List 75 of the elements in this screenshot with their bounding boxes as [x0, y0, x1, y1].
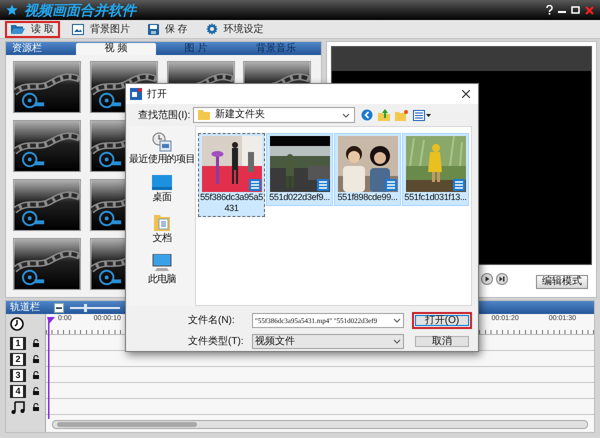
close-icon[interactable]: [462, 90, 470, 98]
place-item[interactable]: 文档: [152, 213, 172, 244]
image-icon: [72, 24, 84, 34]
toolbar-button[interactable]: 环境设定: [200, 20, 270, 38]
lock-icon[interactable]: [32, 371, 40, 379]
zoom-slider-thumb[interactable]: [84, 304, 88, 312]
film-thumbnail[interactable]: [13, 179, 81, 231]
file-item[interactable]: 551fc1d031f13...: [402, 133, 469, 206]
music-note-icon: [10, 400, 26, 414]
recent-items-icon: [152, 132, 172, 152]
lock-icon[interactable]: [32, 355, 40, 363]
lock-icon[interactable]: [32, 339, 40, 347]
dialog-button[interactable]: 打开(O): [412, 312, 472, 329]
film-thumbnail[interactable]: [13, 61, 81, 113]
chevron-down-icon: [342, 112, 350, 118]
video-file-icon: [316, 179, 328, 191]
lock-icon[interactable]: [32, 403, 40, 411]
next-icon[interactable]: [496, 273, 508, 285]
file-name: 551f898cde99...: [336, 192, 399, 203]
playhead[interactable]: [47, 317, 55, 419]
file-item[interactable]: 551f898cde99...: [334, 133, 401, 206]
documents-icon: [154, 213, 170, 231]
computer-icon: [152, 254, 172, 272]
mode-button[interactable]: 编辑模式: [536, 275, 588, 289]
file-name: 551fc1d031f13...: [404, 192, 467, 203]
up-folder-icon[interactable]: [378, 109, 390, 121]
lock-icon[interactable]: [32, 387, 40, 395]
chevron-down-icon: [393, 318, 401, 323]
maximize-icon[interactable]: [571, 6, 580, 14]
video-file-icon: [452, 179, 464, 191]
zoom-out-button[interactable]: [54, 302, 64, 312]
file-name: 55f386dc3a95a5431: [200, 192, 263, 214]
track-number: 4: [10, 384, 26, 398]
panel-title: 资源栏: [11, 43, 43, 55]
track-number: 3: [10, 368, 26, 382]
toolbar-button[interactable]: 读 取: [5, 20, 60, 38]
star-icon: [6, 4, 18, 16]
file-item[interactable]: 551d022d3ef9...: [266, 133, 333, 206]
dialog-title: 打开: [147, 88, 167, 102]
place-item[interactable]: 桌面: [152, 175, 172, 203]
track-number: 2: [10, 352, 26, 366]
window-title: 视频画面合并软件: [24, 3, 136, 17]
tab[interactable]: 视 频: [76, 43, 156, 55]
play-icon[interactable]: [481, 273, 493, 285]
dialog-button[interactable]: 取消: [412, 333, 472, 350]
folder-icon: [198, 110, 210, 120]
field-label: 文件类型(T):: [188, 336, 245, 346]
toolbar-button[interactable]: 背景图片: [66, 20, 136, 38]
view-menu-icon[interactable]: [413, 110, 431, 120]
place-item[interactable]: 此电脑: [148, 254, 176, 285]
scrollbar[interactable]: [52, 420, 588, 429]
file-item[interactable]: 55f386dc3a95a5431: [198, 133, 265, 217]
toolbar-button[interactable]: 保 存: [142, 20, 194, 38]
folder-icon: [11, 24, 25, 34]
video-file-icon: [384, 179, 396, 191]
panel-title: 轨道栏: [9, 302, 41, 314]
folder-dropdown[interactable]: 新建文件夹: [193, 107, 355, 123]
new-folder-icon[interactable]: [395, 110, 408, 120]
clock-icon: [10, 317, 24, 331]
track-number: 1: [10, 336, 26, 350]
file-name: 551d022d3ef9...: [268, 192, 331, 203]
film-thumbnail[interactable]: [13, 120, 81, 172]
app-icon: [130, 88, 142, 100]
chevron-down-icon: [393, 339, 401, 344]
back-icon[interactable]: [361, 109, 373, 121]
gear-icon: [206, 23, 218, 35]
save-icon: [148, 24, 159, 34]
place-item[interactable]: 最近使用的项目: [129, 132, 195, 165]
film-thumbnail[interactable]: [13, 238, 81, 290]
file-type-dropdown[interactable]: 视频文件: [252, 334, 404, 349]
look-in-label: 查找范围(I):: [138, 108, 192, 122]
help-icon[interactable]: [546, 5, 553, 15]
desktop-icon: [152, 175, 172, 190]
video-file-icon: [248, 179, 260, 191]
field-label: 文件名(N):: [188, 316, 236, 326]
